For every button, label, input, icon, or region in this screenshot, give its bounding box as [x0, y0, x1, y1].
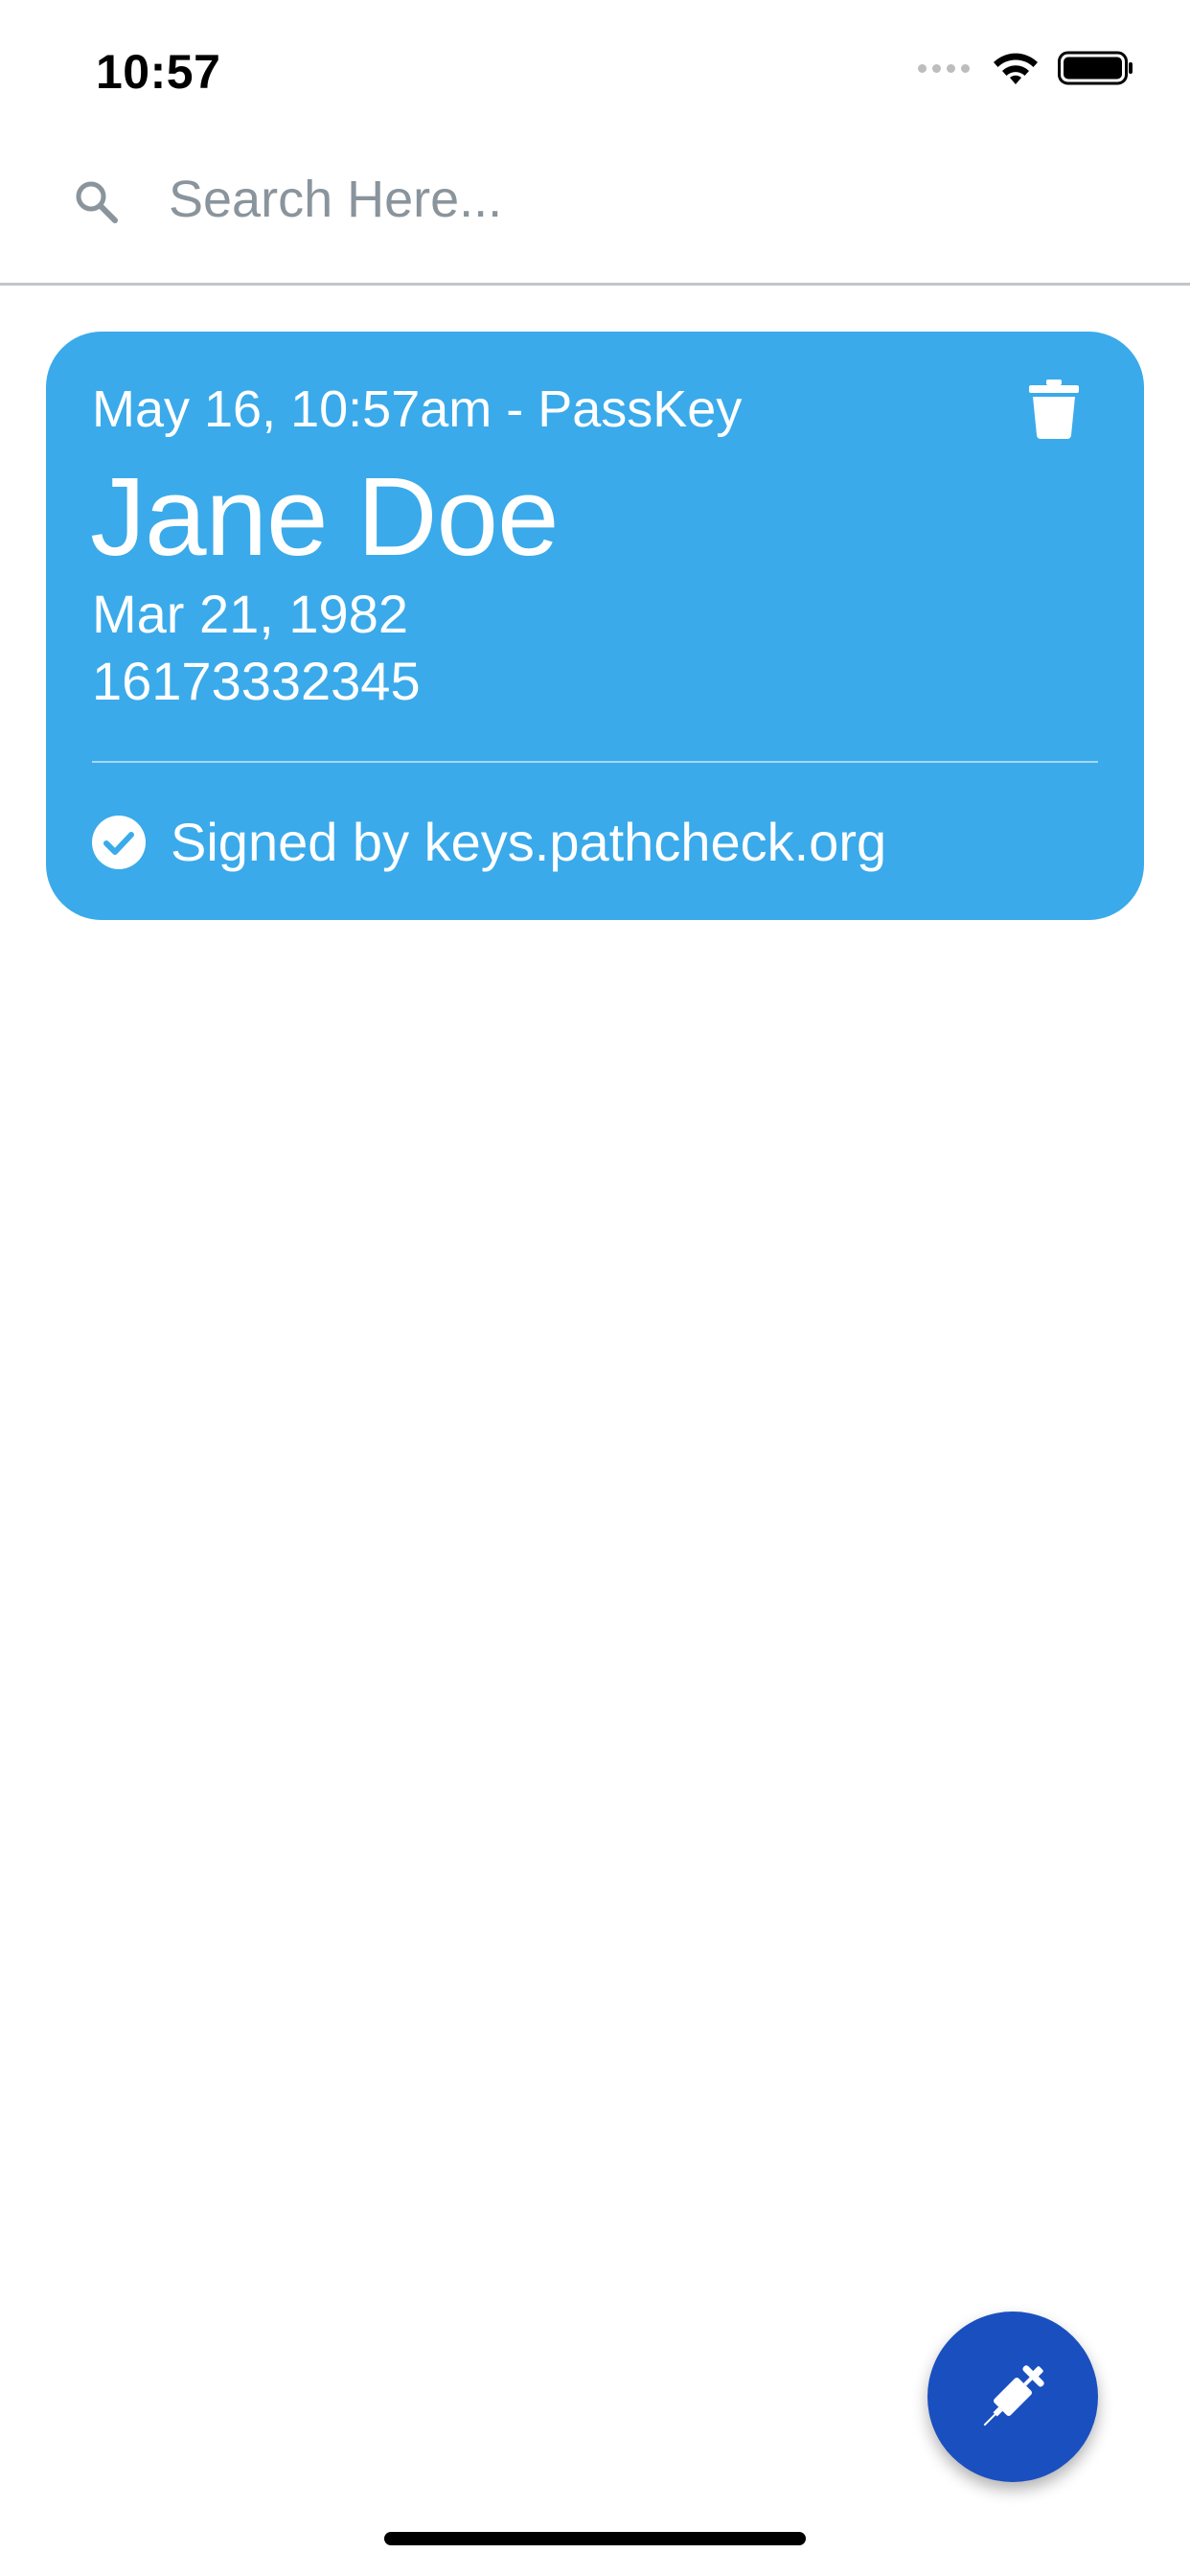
patient-phone: 16173332345	[92, 651, 421, 711]
cellular-signal-icon	[918, 63, 970, 73]
signed-by-label: Signed by keys.pathcheck.org	[171, 812, 887, 872]
search-input[interactable]	[169, 163, 1088, 236]
status-icons	[918, 50, 1134, 86]
app-screen: 10:57 May 16, 10:57am - PassKey	[0, 0, 1190, 2576]
card-meta: May 16, 10:57am - PassKey	[92, 380, 743, 438]
battery-icon	[1058, 51, 1133, 85]
patient-name: Jane Doe	[90, 454, 560, 579]
card-divider	[92, 761, 1098, 763]
search-bar	[0, 144, 1190, 286]
check-circle-icon	[92, 815, 146, 869]
add-vaccine-fab[interactable]	[927, 2312, 1098, 2482]
signature-status: Signed by keys.pathcheck.org	[92, 811, 886, 873]
home-indicator[interactable]	[384, 2532, 806, 2545]
status-time: 10:57	[96, 45, 221, 99]
wifi-icon	[994, 53, 1038, 84]
status-bar: 10:57	[0, 0, 1190, 134]
passkey-card[interactable]: May 16, 10:57am - PassKey Jane Doe Mar 2…	[46, 332, 1144, 920]
syringe-icon	[983, 2365, 1044, 2426]
search-icon	[76, 181, 118, 223]
trash-icon[interactable]	[1029, 380, 1079, 439]
patient-dob: Mar 21, 1982	[92, 584, 408, 644]
